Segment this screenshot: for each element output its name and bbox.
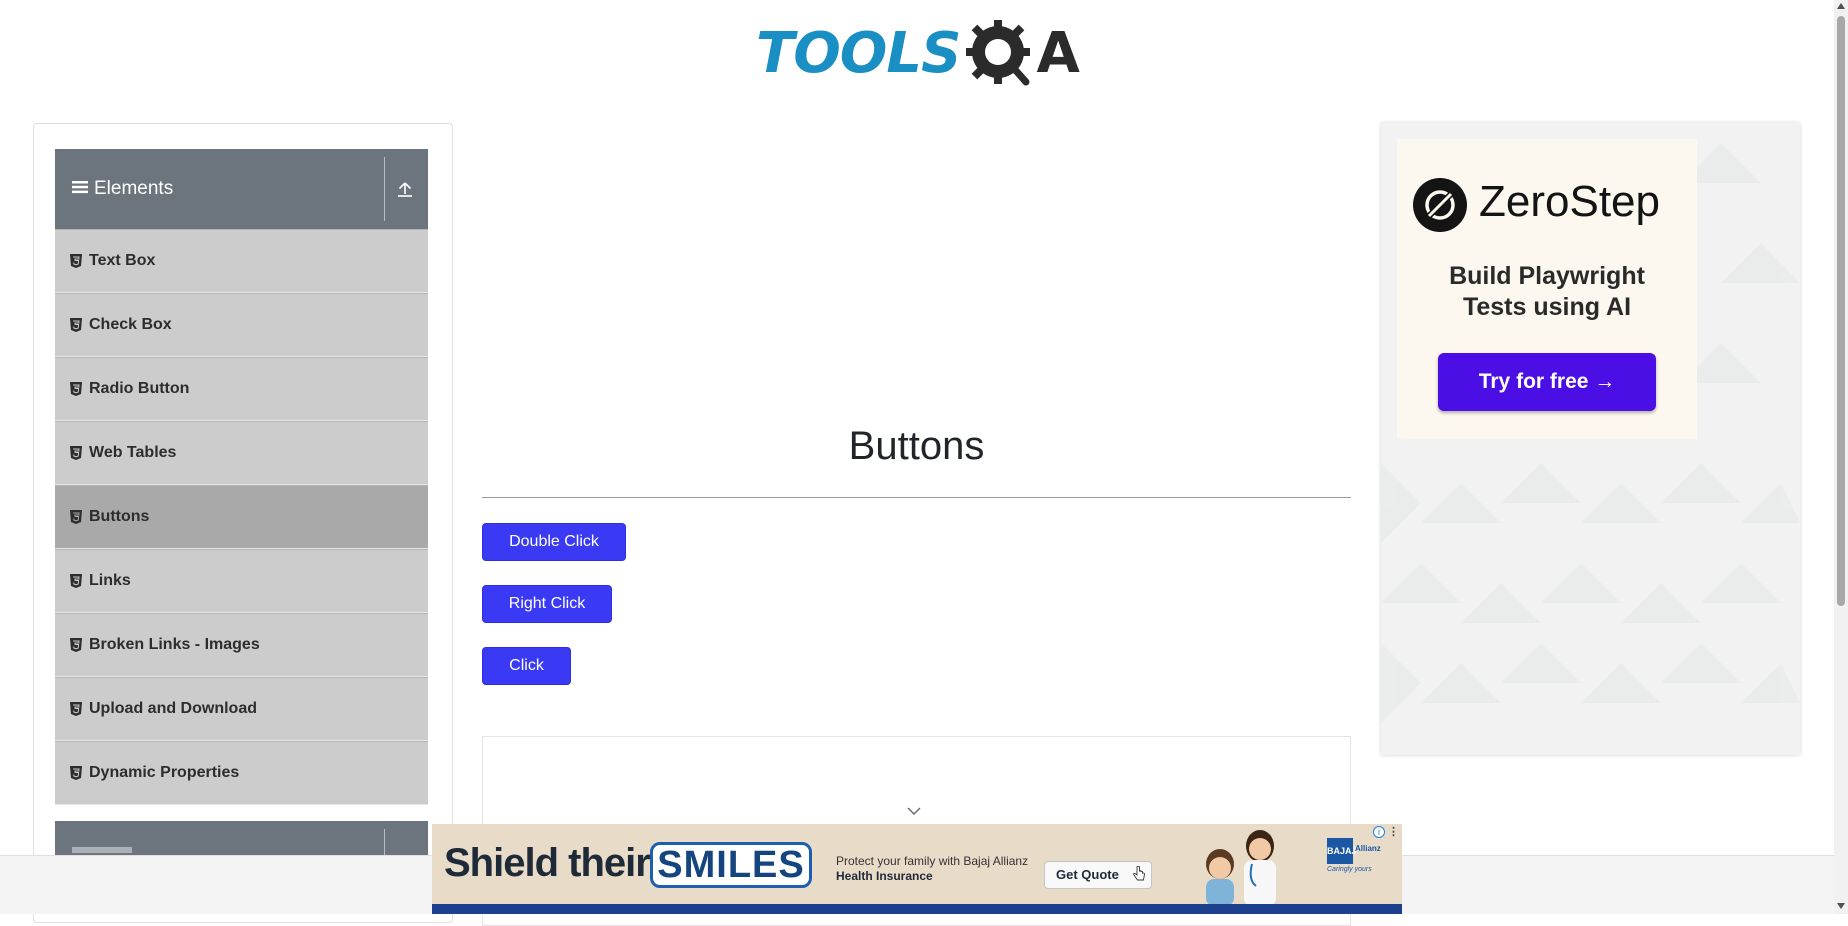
list-icon <box>72 180 88 199</box>
bajaj-box: BAJAJ <box>1327 838 1357 864</box>
sidebar-item-buttons[interactable]: Buttons <box>55 485 428 549</box>
sidebar-item-label: Broken Links - Images <box>89 636 260 653</box>
html5-icon <box>70 510 82 524</box>
ad-info-icon[interactable]: i <box>1373 826 1385 838</box>
ad-highlight: SMILES <box>650 842 812 888</box>
site-header: TOOLS A <box>0 0 1834 100</box>
sidebar-item-text-box[interactable]: Text Box <box>55 229 428 293</box>
logo-text-tools: TOOLS <box>756 20 961 86</box>
double-click-button[interactable]: Double Click Me <box>482 523 626 586</box>
html5-icon <box>70 638 82 652</box>
ad-illustration <box>1206 830 1276 906</box>
click-me-button[interactable]: Click Me <box>482 647 571 710</box>
title-divider <box>482 497 1351 498</box>
sidebar-menu: Text Box Check Box Radio Button Web Tabl… <box>55 229 428 805</box>
try-for-free-button[interactable]: Try for free → <box>1438 353 1656 411</box>
sidebar-item-web-tables[interactable]: Web Tables <box>55 421 428 485</box>
sidebar-item-upload-download[interactable]: Upload and Download <box>55 677 428 741</box>
sidebar-item-label: Web Tables <box>89 444 177 461</box>
group-header-divider <box>384 157 385 221</box>
sidebar-item-label: Dynamic Properties <box>89 764 240 781</box>
scrollbar-thumb[interactable] <box>1837 16 1845 606</box>
bajaj-allianz-logo: BAJAJ Allianz Caringly yours <box>1327 830 1395 873</box>
html5-icon <box>70 574 82 588</box>
zerostep-card: ZeroStep Build Playwright Tests using AI… <box>1397 139 1697 439</box>
html5-icon <box>70 318 82 332</box>
scroll-up-arrow-icon[interactable] <box>1837 3 1845 9</box>
zerostep-logo-icon <box>1413 178 1467 232</box>
sidebar-item-label: Upload and Download <box>89 700 257 717</box>
sidebar-item-dynamic-properties[interactable]: Dynamic Properties <box>55 741 428 805</box>
chevron-down-icon[interactable] <box>906 806 922 816</box>
toolsqa-logo[interactable]: TOOLS A <box>756 14 1080 92</box>
sidebar-item-links[interactable]: Links <box>55 549 428 613</box>
html5-icon <box>70 254 82 268</box>
zerostep-tagline: Build Playwright Tests using AI <box>1397 261 1697 323</box>
ad-more-options-icon[interactable]: ⋮ <box>1388 826 1399 839</box>
right-click-button[interactable]: Right Click Me <box>482 585 612 648</box>
html5-icon <box>70 702 82 716</box>
sidebar-item-label: Check Box <box>89 316 172 333</box>
collapse-arrow-icon[interactable] <box>395 179 415 199</box>
tagline-line-2: Tests using AI <box>1462 293 1632 321</box>
bottom-sticky-advertisement[interactable]: Shield their SMILES Protect your family … <box>432 824 1402 914</box>
sidebar-item-radio-button[interactable]: Radio Button <box>55 357 428 421</box>
sidebar-item-broken-links[interactable]: Broken Links - Images <box>55 613 428 677</box>
html5-icon <box>70 382 82 396</box>
hand-cursor-icon <box>1133 866 1145 881</box>
zerostep-brand: ZeroStep <box>1479 177 1660 226</box>
sidebar-item-label: Text Box <box>89 252 156 269</box>
sidebar-item-check-box[interactable]: Check Box <box>55 293 428 357</box>
right-advertisement[interactable]: ZeroStep Build Playwright Tests using AI… <box>1381 123 1800 755</box>
group-title-obscured <box>72 847 132 853</box>
scroll-down-arrow-icon[interactable] <box>1837 903 1845 909</box>
brand-subtext: Caringly yours <box>1327 866 1372 873</box>
ad-headline: Shield their <box>444 841 651 885</box>
html5-icon <box>70 766 82 780</box>
ad-protect-text: Protect your family with Bajaj Allianz <box>836 854 1029 868</box>
page-title: Buttons <box>848 424 985 468</box>
ad-fine-print <box>432 904 1402 914</box>
sidebar-item-label: Links <box>89 572 131 589</box>
ad-product: Health Insurance <box>836 869 933 883</box>
group-title: Elements <box>94 178 174 199</box>
sidebar-item-label: Buttons <box>89 508 150 525</box>
html5-icon <box>70 446 82 460</box>
sidebar-item-label: Radio Button <box>89 380 190 397</box>
allianz-name: Allianz <box>1355 844 1381 853</box>
group-header-elements[interactable]: Elements <box>55 149 428 229</box>
gear-magnifier-icon <box>960 14 1046 92</box>
page-scrollbar[interactable] <box>1834 0 1848 914</box>
tagline-line-1: Build Playwright <box>1449 262 1645 290</box>
